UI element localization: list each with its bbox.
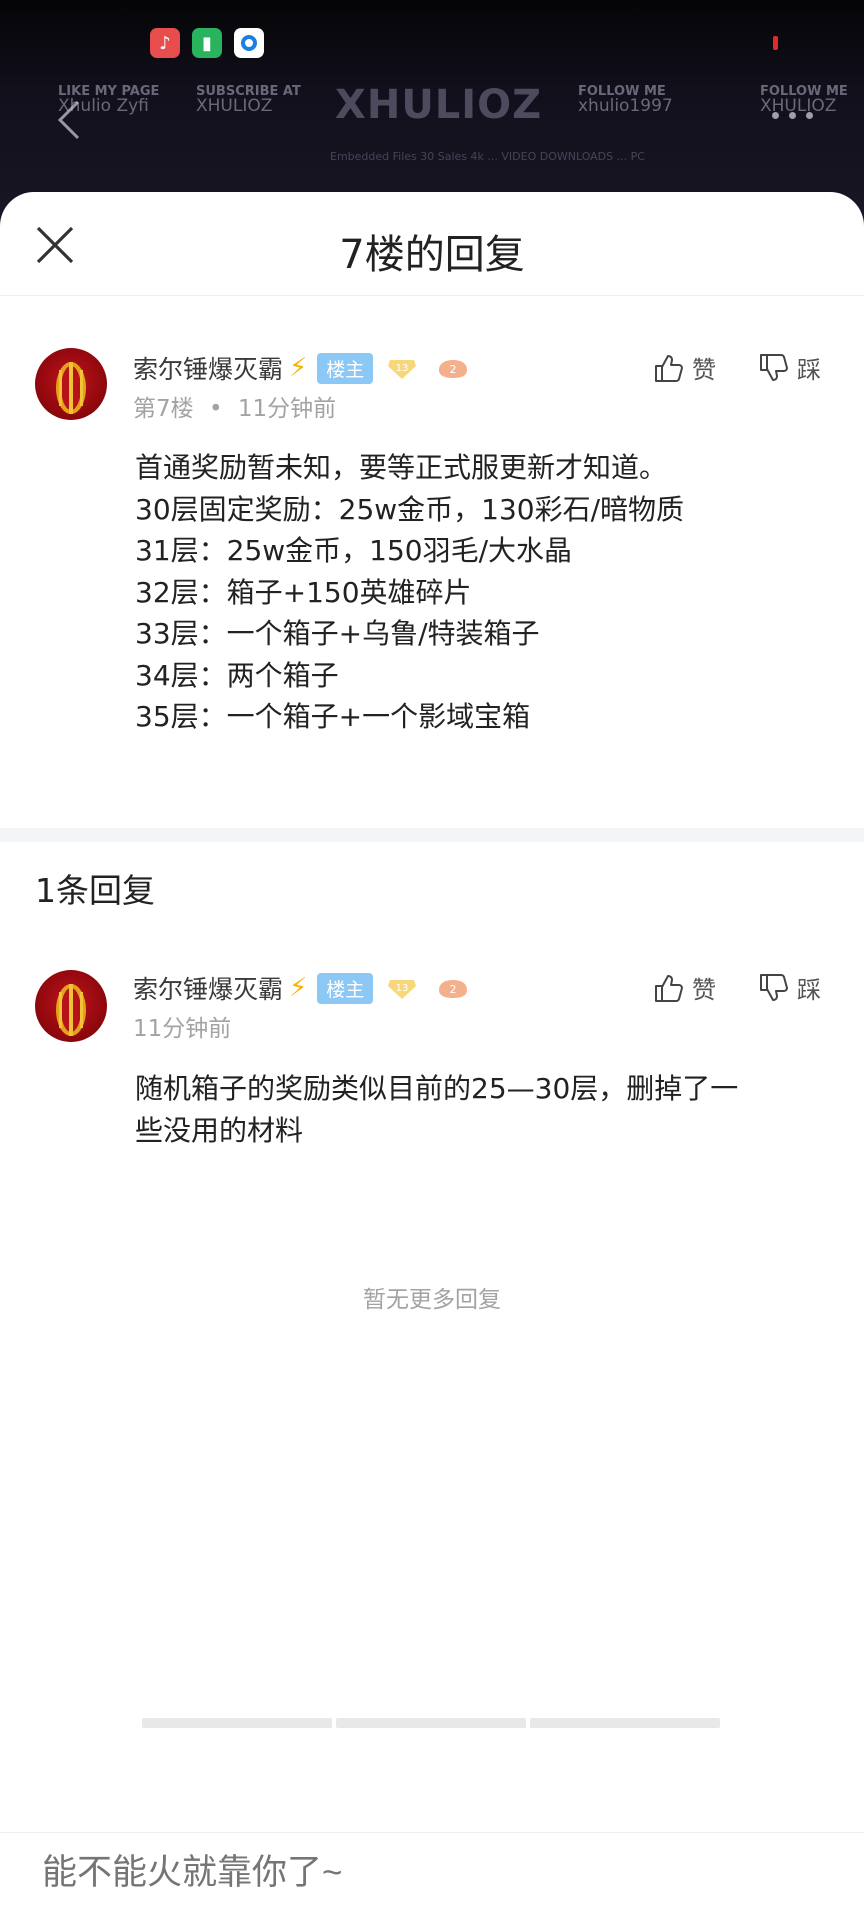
rank-badge-icon: 2 (439, 980, 468, 998)
hint-segment (530, 1718, 720, 1728)
thumbs-down-icon (760, 973, 788, 1001)
banner-subscribe-name: XHULIOZ (196, 96, 273, 116)
content-line: 30层固定奖励：25w金币，130彩石/暗物质 (135, 492, 685, 526)
meta-separator: • (208, 396, 223, 422)
comment-meta: 第7楼 • 11分钟前 (133, 389, 336, 423)
content-line: 33层：一个箱子+乌鲁/特装箱子 (135, 617, 540, 650)
banner-instagram: FOLLOW ME XHULIOZ (760, 84, 848, 115)
channel-banner: LIKE MY PAGE Xhulio Zyfi SUBSCRIBE AT XH… (0, 78, 864, 136)
status-bar: ♪ ▮ (0, 0, 864, 70)
reply-avatar[interactable] (35, 970, 107, 1042)
like-label: 赞 (692, 356, 716, 384)
lightning-icon: ⚡ (289, 973, 308, 1003)
rank-badge-text: 2 (450, 983, 457, 996)
content-line: 31层：25w金币，150羽毛/大水晶 (135, 534, 573, 567)
lightning-icon: ⚡ (289, 353, 308, 383)
rank-badge-icon: 2 (439, 360, 468, 378)
reply-input[interactable] (42, 1853, 493, 1893)
dislike-button[interactable]: 踩 (757, 350, 821, 385)
no-more-replies: 暂无更多回复 (363, 1287, 501, 1313)
level-badge-icon: 13 (388, 360, 417, 379)
more-icon[interactable] (772, 112, 813, 119)
reply-username-row: 索尔锤爆灭霸 ⚡ 楼主 13 2 (133, 970, 469, 1006)
banner-subscribe: SUBSCRIBE AT XHULIOZ (196, 84, 301, 116)
banner-twitter: FOLLOW ME xhulio1997 (578, 84, 673, 116)
username[interactable]: 索尔锤爆灭霸 (133, 350, 283, 386)
reply-meta: 11分钟前 (133, 1009, 231, 1043)
reply-input-bar (0, 1832, 864, 1920)
sheet-title: 7楼的回复 (339, 232, 525, 278)
level-badge-text: 13 (396, 363, 409, 374)
content-line: 35层：一个箱子+一个影域宝箱 (135, 700, 531, 733)
dislike-label: 踩 (797, 356, 821, 384)
level-badge-icon: 13 (388, 980, 417, 999)
floor-label: 第7楼 (133, 396, 194, 422)
recording-indicator (773, 36, 778, 50)
reply-sheet: 7楼的回复 索尔锤爆灭霸 ⚡ 楼主 13 2 第7楼 • 11分钟前 赞 踩 首… (0, 192, 864, 1920)
thumbs-down-icon (760, 353, 788, 381)
thumbs-up-icon (655, 974, 683, 1002)
like-button[interactable]: 赞 (652, 350, 716, 385)
battery-app-icon: ▮ (192, 28, 222, 58)
hint-segment (336, 1718, 526, 1728)
music-app-icon: ♪ (150, 28, 180, 58)
avatar-helmet-icon (56, 984, 86, 1036)
time-label: 11分钟前 (237, 396, 337, 422)
banner-twitter-name: xhulio1997 (578, 96, 673, 116)
reply-count: 1条回复 (35, 871, 155, 910)
lz-badge: 楼主 (317, 972, 374, 1004)
lz-badge: 楼主 (317, 352, 374, 384)
browser-app-icon (234, 28, 264, 58)
dislike-label: 踩 (797, 976, 821, 1004)
banner-logo: XHULIOZ (335, 82, 543, 128)
back-icon[interactable] (54, 98, 84, 142)
reply-like-button[interactable]: 赞 (652, 970, 716, 1005)
reply-content: 随机箱子的奖励类似目前的25—30层，删掉了一 些没用的材料 (135, 1068, 738, 1151)
section-divider (0, 828, 864, 842)
sheet-header: 7楼的回复 (0, 192, 864, 296)
banner-line: Embedded Files 30 Sales 4k ... VIDEO DOW… (330, 150, 645, 163)
content-line: 些没用的材料 (135, 1113, 304, 1147)
hint-segment (142, 1718, 332, 1728)
reply-dislike-button[interactable]: 踩 (757, 970, 821, 1005)
rank-badge-text: 2 (450, 363, 457, 376)
like-label: 赞 (692, 976, 716, 1004)
username-row: 索尔锤爆灭霸 ⚡ 楼主 13 2 (133, 350, 469, 386)
level-badge-text: 13 (396, 983, 409, 994)
thumbs-up-icon (655, 354, 683, 382)
reply-username[interactable]: 索尔锤爆灭霸 (133, 970, 283, 1006)
comment-content: 首通奖励暂未知，要等正式服更新才知道。 30层固定奖励：25w金币，130彩石/… (135, 447, 684, 738)
keyboard-hint-bar (142, 1718, 720, 1728)
avatar-helmet-icon (56, 362, 86, 414)
content-line: 32层：箱子+150英雄碎片 (135, 575, 472, 609)
content-line: 随机箱子的奖励类似目前的25—30层，删掉了一 (135, 1072, 739, 1105)
time-label: 11分钟前 (133, 1016, 232, 1042)
avatar[interactable] (35, 348, 107, 420)
content-line: 34层：两个箱子 (135, 658, 339, 692)
content-line: 首通奖励暂未知，要等正式服更新才知道。 (135, 451, 668, 484)
